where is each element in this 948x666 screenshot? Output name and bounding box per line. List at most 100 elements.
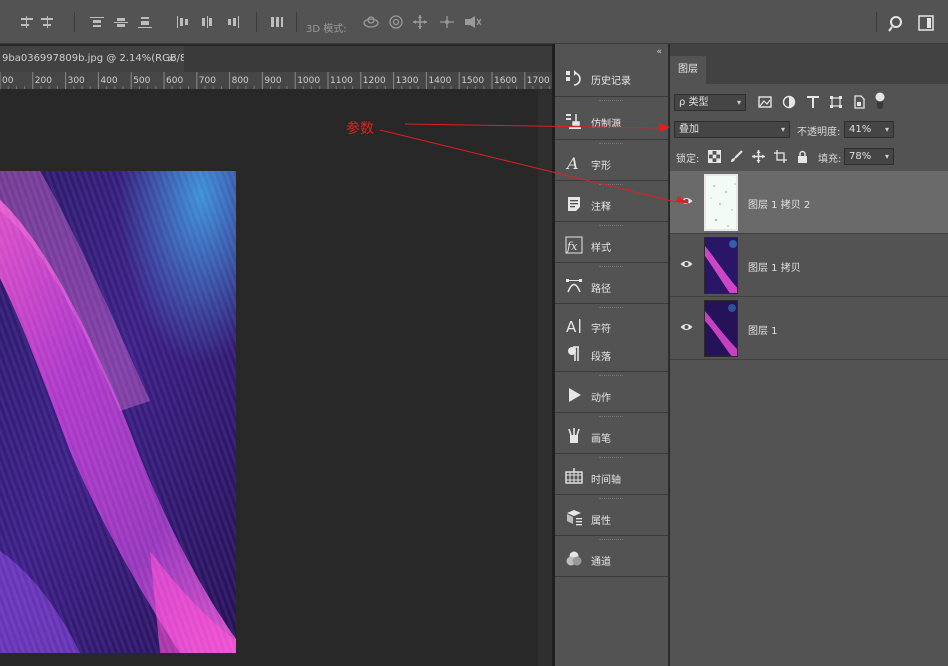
panel-group-timeline: 时间轴: [555, 454, 668, 495]
auto-align-icon[interactable]: [270, 16, 284, 28]
layer-name: 图层 1 拷贝 2: [748, 200, 811, 211]
layers-panel-header: 图层: [670, 44, 948, 84]
ruler-tick-label: 1200: [363, 76, 386, 86]
dock-item-channels[interactable]: 通道: [563, 548, 663, 570]
dock-item-timeline[interactable]: 时间轴: [563, 466, 663, 488]
dock-item-label: 字符: [591, 324, 611, 335]
type-layer-filter-icon[interactable]: [806, 95, 820, 109]
panel-grip[interactable]: [599, 184, 623, 186]
panel-grip[interactable]: [599, 307, 623, 309]
ruler-tick-label: 1700: [527, 76, 550, 86]
shape-layer-filter-icon[interactable]: [829, 95, 843, 109]
tab-layers[interactable]: 图层: [670, 56, 706, 84]
layer-thumbnail: [704, 174, 738, 231]
dock-item-history[interactable]: 历史记录: [563, 67, 663, 89]
distribute-left-icon[interactable]: [176, 16, 190, 28]
dock-item-styles[interactable]: fx 样式: [563, 234, 663, 256]
dock-item-label: 样式: [591, 243, 611, 254]
document-tab[interactable]: 9ba036997809b.jpg @ 2.14%(RGB/8) ×: [0, 46, 184, 72]
distribute-bottom-icon[interactable]: [138, 16, 152, 28]
layer-row-copy[interactable]: 图层 1 拷贝: [670, 234, 948, 297]
artwork-image: [0, 171, 236, 653]
dock-item-label: 段落: [591, 352, 611, 363]
lock-all-icon[interactable]: [796, 150, 809, 163]
layer-filter-kind-select[interactable]: ρ 类型 ▾: [674, 94, 746, 111]
dock-item-label: 时间轴: [591, 475, 621, 486]
3d-roll-icon[interactable]: [388, 14, 404, 30]
layer-thumbnail: [704, 237, 738, 294]
distribute-top-icon[interactable]: [90, 16, 104, 28]
visibility-eye-icon[interactable]: [680, 259, 693, 269]
dock-item-character[interactable]: A 字符: [563, 315, 663, 337]
dock-item-actions[interactable]: 动作: [563, 384, 663, 406]
3d-scale-icon[interactable]: [464, 15, 482, 29]
ruler-tick-label: 500: [133, 76, 150, 86]
3d-slide-icon[interactable]: [438, 14, 456, 30]
toolbar-separator: [74, 12, 75, 32]
panel-grip[interactable]: [599, 539, 623, 541]
clone-source-icon: [566, 114, 581, 129]
toolbar-separator: [296, 12, 297, 32]
filter-toggle-switch[interactable]: [874, 92, 886, 110]
svg-text:fx: fx: [566, 240, 578, 253]
panel-grip[interactable]: [599, 225, 623, 227]
dock-item-glyphs[interactable]: A 字形: [563, 152, 663, 174]
panel-grip[interactable]: [599, 100, 623, 102]
3d-mode-label: 3D 模式:: [306, 24, 347, 35]
3d-orbit-icon[interactable]: [362, 15, 380, 29]
distribute-vertical-centers-icon[interactable]: [114, 16, 128, 28]
layer-thumbnail: [704, 300, 738, 357]
chevron-down-icon: ▾: [780, 125, 785, 134]
dock-item-label: 动作: [591, 393, 611, 404]
panel-grip[interactable]: [599, 143, 623, 145]
fill-input[interactable]: 78% ▾: [844, 148, 894, 165]
panel-grip[interactable]: [599, 416, 623, 418]
panel-grip[interactable]: [599, 266, 623, 268]
3d-pan-icon[interactable]: [412, 14, 428, 30]
blend-mode-select[interactable]: 叠加 ▾: [674, 121, 790, 138]
panel-group-character: A 字符 段落: [555, 304, 668, 372]
ruler-tick-label: 1100: [330, 76, 353, 86]
opacity-input[interactable]: 41% ▾: [844, 121, 894, 138]
dock-item-brushes[interactable]: 画笔: [563, 425, 663, 447]
dock-item-paragraph[interactable]: 段落: [563, 343, 663, 365]
horizontal-ruler: 00 200 300 400 500 600 700 800 900 1000 1100 1200 13…: [0, 72, 552, 90]
blend-opacity-row: 叠加 ▾ 不透明度: 41% ▾: [674, 121, 944, 141]
workspace-icon[interactable]: [918, 15, 934, 31]
smart-object-filter-icon[interactable]: [852, 95, 866, 109]
distribute-horizontal-centers-icon[interactable]: [200, 16, 214, 28]
close-icon[interactable]: ×: [167, 46, 176, 72]
panel-grip[interactable]: [599, 498, 623, 500]
lock-transparent-pixels-icon[interactable]: [708, 150, 721, 163]
pixel-layer-filter-icon[interactable]: [758, 95, 772, 109]
align-left-edges-icon[interactable]: [20, 16, 34, 28]
lock-image-pixels-icon[interactable]: [730, 150, 743, 163]
distribute-right-icon[interactable]: [226, 16, 240, 28]
dock-item-paths[interactable]: 路径: [563, 275, 663, 297]
dock-item-notes[interactable]: 注释: [563, 193, 663, 215]
opacity-label: 不透明度:: [797, 127, 841, 138]
dock-item-label: 路径: [591, 284, 611, 295]
visibility-eye-icon[interactable]: [680, 196, 693, 206]
collapse-panels-icon[interactable]: «: [656, 47, 662, 57]
lock-position-icon[interactable]: [752, 150, 765, 163]
ruler-tick-label: 1500: [461, 76, 484, 86]
layer-row-copy-2[interactable]: 图层 1 拷贝 2: [670, 171, 948, 234]
canvas-area[interactable]: [0, 90, 552, 666]
canvas-vertical-scrollbar[interactable]: [538, 90, 552, 666]
panel-group-clone-source: 仿制源: [555, 97, 668, 140]
layer-row-base[interactable]: 图层 1: [670, 297, 948, 360]
chevron-down-icon: ▾: [884, 152, 889, 161]
panel-grip[interactable]: [599, 375, 623, 377]
align-horizontal-centers-icon[interactable]: [40, 16, 54, 28]
dock-item-clone-source[interactable]: 仿制源: [563, 110, 663, 132]
visibility-eye-icon[interactable]: [680, 322, 693, 332]
lock-artboard-icon[interactable]: [774, 150, 787, 163]
dock-item-properties[interactable]: 属性: [563, 507, 663, 529]
adjustment-layer-filter-icon[interactable]: [782, 95, 796, 109]
play-icon: [569, 388, 581, 402]
ruler-ticks: 00 200 300 400 500 600 700 800 900 1000 1100 1200 13…: [0, 72, 550, 89]
tab-bar-empty: [184, 46, 552, 72]
search-icon[interactable]: [888, 15, 906, 33]
panel-grip[interactable]: [599, 457, 623, 459]
